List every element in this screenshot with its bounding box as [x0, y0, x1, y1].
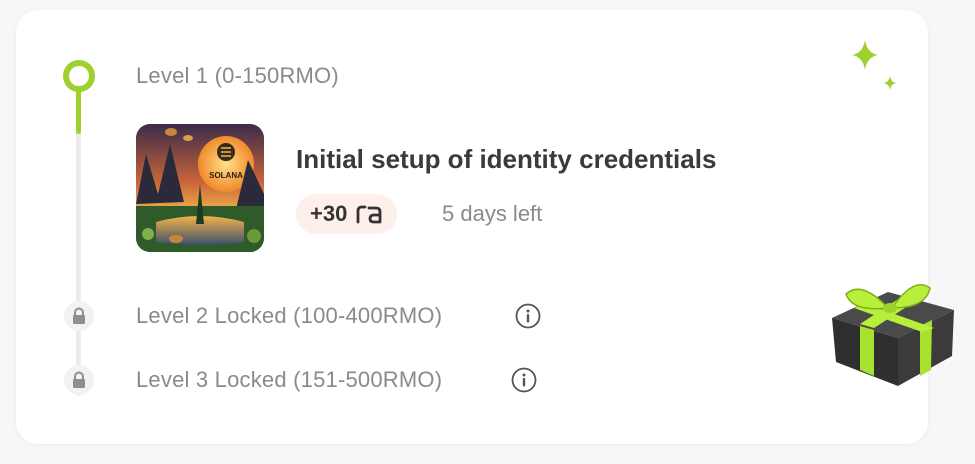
lock-icon	[73, 307, 85, 324]
solana-landscape-image: SOLANA	[136, 124, 264, 252]
level-1-label: Level 1 (0-150RMO)	[136, 63, 339, 88]
level-3-label: Level 3 Locked (151-500RMO)	[136, 367, 443, 392]
days-left: 5 days left	[442, 201, 543, 226]
reward-badge: +30	[296, 194, 398, 234]
level-2-info-icon[interactable]	[515, 303, 541, 329]
level-3-info-icon[interactable]	[511, 367, 537, 393]
ra-token-icon	[356, 205, 382, 224]
level-3-lock-node	[64, 365, 94, 395]
reward-amount: +30	[310, 201, 348, 226]
level-1-node	[63, 60, 95, 92]
gift-icon[interactable]	[826, 270, 960, 388]
task-thumbnail[interactable]: SOLANA	[136, 124, 264, 252]
sparkle-icon	[852, 40, 878, 70]
thumbnail-text: SOLANA	[209, 171, 243, 180]
lock-icon	[73, 371, 85, 388]
level-2-lock-node	[64, 301, 94, 331]
level-2-label: Level 2 Locked (100-400RMO)	[136, 303, 443, 328]
task-title[interactable]: Initial setup of identity credentials	[296, 144, 716, 175]
sparkle-icon	[884, 76, 896, 90]
